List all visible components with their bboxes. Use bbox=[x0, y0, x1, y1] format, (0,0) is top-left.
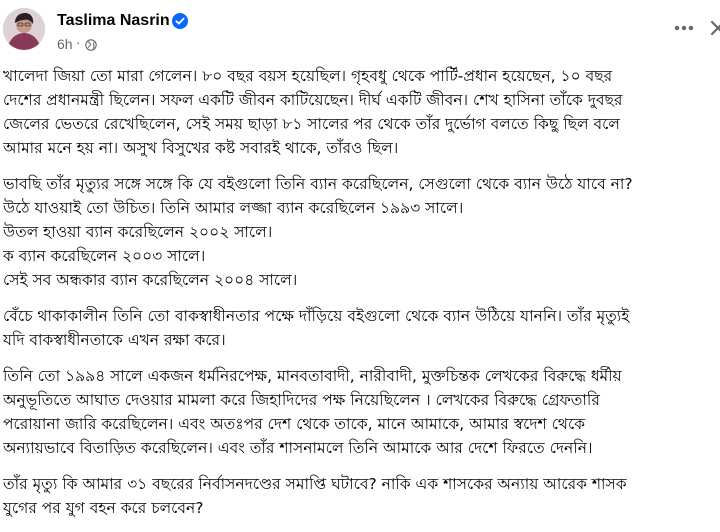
post-text-line: অনুভূতিতে আঘাত দেওয়ার মামলা করে জিহাদিদ… bbox=[3, 391, 600, 409]
close-button[interactable] bbox=[706, 16, 720, 40]
post-text-line: উতল হাওয়া ব্যান করেছিলেন ২০০২ সালে। bbox=[3, 223, 273, 241]
more-options-icon bbox=[674, 25, 694, 31]
post-text-line: সেই সব অন্ধকার ব্যান করেছিলেন ২০০৪ সালে। bbox=[3, 271, 298, 289]
post-text-line: তাঁর মৃত্যু কি আমার ৩১ বছরের নির্বাসনদণ্… bbox=[3, 475, 627, 493]
more-options-button[interactable] bbox=[672, 16, 696, 40]
meta-separator: · bbox=[76, 34, 81, 50]
post-paragraph: তিনি তো ১৯৯৪ সালে একজন ধর্মনিরপেক্ষ, মান… bbox=[3, 364, 720, 460]
author-name[interactable]: Taslima Nasrin bbox=[57, 12, 170, 30]
post-text-line: ভাবছি তাঁর মৃত্যুর সঙ্গে সঙ্গে কি যে বইগ… bbox=[3, 175, 633, 193]
post-paragraph: বেঁচে থাকাকালীন তিনি তো বাকস্বাধীনতার পক… bbox=[3, 304, 720, 352]
post-text-line: তিনি তো ১৯৯৪ সালে একজন ধর্মনিরপেক্ষ, মান… bbox=[3, 367, 622, 385]
post-text-line: যুগের পর যুগ বহন করে চলবেন? bbox=[3, 499, 204, 517]
post-timestamp[interactable]: 6h bbox=[57, 36, 73, 52]
post-text-line: উঠে যাওয়াই তো উচিত। তিনি আমার লজ্জা ব্য… bbox=[3, 199, 464, 217]
post-header: Taslima Nasrin 6h · bbox=[0, 0, 720, 60]
post-paragraph: তাঁর মৃত্যু কি আমার ৩১ বছরের নির্বাসনদণ্… bbox=[3, 472, 720, 520]
author-avatar[interactable] bbox=[3, 8, 45, 50]
post-body: খালেদা জিয়া তো মারা গেলেন। ৮০ বছর বয়স … bbox=[3, 64, 720, 532]
post-text-line: যদি বাকস্বাধীনতাকে এখন রক্ষা করে। bbox=[3, 331, 226, 349]
post-text-line: বেঁচে থাকাকালীন তিনি তো বাকস্বাধীনতার পক… bbox=[3, 307, 630, 325]
post-paragraph: খালেদা জিয়া তো মারা গেলেন। ৮০ বছর বয়স … bbox=[3, 64, 720, 160]
post-text-line: খালেদা জিয়া তো মারা গেলেন। ৮০ বছর বয়স … bbox=[3, 67, 613, 85]
post-paragraph: ভাবছি তাঁর মৃত্যুর সঙ্গে সঙ্গে কি যে বইগ… bbox=[3, 172, 720, 292]
post-text-line: ক ব্যান করেছিলেন ২০০৩ সালে। bbox=[3, 247, 206, 265]
globe-icon[interactable] bbox=[85, 39, 97, 51]
verified-badge-icon bbox=[172, 13, 188, 29]
post-text-line: দেশের প্রধানমন্ত্রী ছিলেন। সফল একটি জীবন… bbox=[3, 91, 623, 109]
post-text-line: পরোয়ানা জারি করেছিলেন। এবং অতঃপর দেশ থে… bbox=[3, 415, 586, 433]
post-text-line: আমার মনে হয় না। অসুখ বিসুখের কষ্ট সবারই… bbox=[3, 139, 399, 157]
post-text-line: অন্যায়ভাবে বিতাড়িত করেছিলেন। এবং তাঁর … bbox=[3, 439, 593, 457]
close-icon bbox=[710, 20, 720, 36]
post-text-line: জেলের ভেতরে রেখেছিলেন, সেই সময় ছাড়া ৮১… bbox=[3, 115, 620, 133]
